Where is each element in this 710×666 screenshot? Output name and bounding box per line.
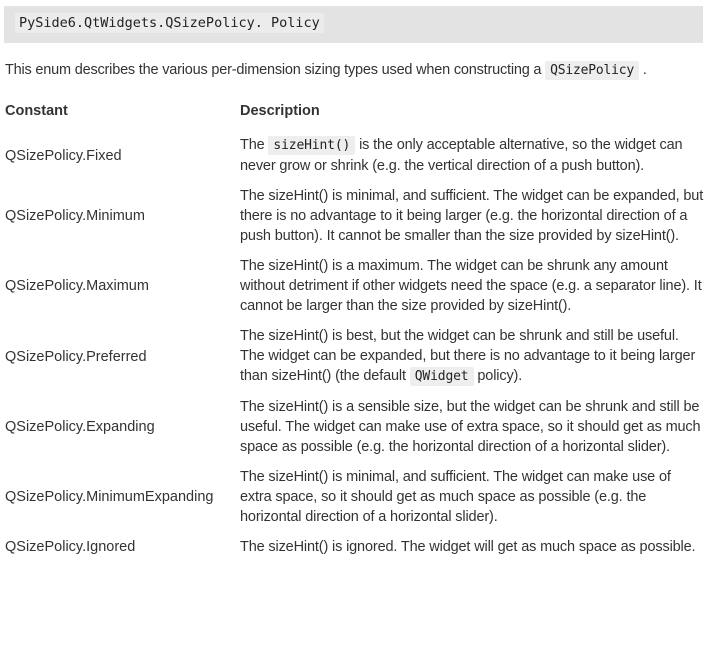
intro-text: This enum describes the various per-dime… xyxy=(5,62,546,78)
description-text: The xyxy=(240,137,269,153)
signature-code: PySide6.QtWidgets.QSizePolicy. Policy xyxy=(15,13,324,33)
description-cell: The sizeHint() is best, but the widget c… xyxy=(240,321,705,392)
enum-table: Constant Description QSizePolicy.Fixed The… xyxy=(5,100,705,562)
description-text: The sizeHint() is minimal, and sufficien… xyxy=(240,469,671,525)
constant-cell: QSizePolicy.Maximum xyxy=(5,278,149,294)
description-text: The sizeHint() is a sensible size, but t… xyxy=(240,399,701,455)
signature-block: PySide6.QtWidgets.QSizePolicy. Policy xyxy=(4,6,703,43)
description-cell: The sizeHint() is the only acceptable al… xyxy=(240,130,705,181)
table-row: QSizePolicy.Maximum The sizeHint() is a m… xyxy=(5,251,705,321)
description-text: The sizeHint() is minimal, and sufficien… xyxy=(240,188,704,244)
header-constant: Constant xyxy=(5,103,68,119)
table-row: QSizePolicy.Minimum The sizeHint() is min… xyxy=(5,181,705,251)
constant-cell: QSizePolicy.Ignored xyxy=(5,539,136,555)
description-text: The sizeHint() is a maximum. The widget … xyxy=(240,258,702,314)
inline-code: QSizePolicy xyxy=(545,61,640,80)
constant-cell: QSizePolicy.Expanding xyxy=(5,419,155,435)
description-text: The sizeHint() is ignored. The widget wi… xyxy=(240,539,696,555)
description-cell: The sizeHint() is minimal, and sufficien… xyxy=(240,462,705,532)
inline-code: sizeHint() xyxy=(268,136,356,155)
constant-cell: QSizePolicy.Minimum xyxy=(5,208,145,224)
description-cell: The sizeHint() is minimal, and sufficien… xyxy=(240,181,705,251)
inline-code: QWidget xyxy=(409,367,474,386)
constant-cell: QSizePolicy.Preferred xyxy=(5,348,147,365)
intro-paragraph: This enum describes the various per-dime… xyxy=(5,60,647,81)
description-cell: The sizeHint() is a maximum. The widget … xyxy=(240,251,705,321)
description-cell: The sizeHint() is a sensible size, but t… xyxy=(240,392,705,462)
description-cell: The sizeHint() is ignored. The widget wi… xyxy=(240,532,705,562)
header-description: Description xyxy=(240,103,320,119)
constant-cell: QSizePolicy.MinimumExpanding xyxy=(5,489,214,505)
table-row: QSizePolicy.Preferred The sizeHint() is b… xyxy=(5,321,705,392)
description-text: policy). xyxy=(473,368,523,384)
intro-end: . xyxy=(639,62,647,78)
table-row: QSizePolicy.Expanding The sizeHint() is a… xyxy=(5,392,705,462)
table-row: QSizePolicy.Fixed The sizeHint() is the o… xyxy=(5,130,705,181)
table-row: QSizePolicy.Ignored The sizeHint() is ign… xyxy=(5,532,705,562)
constant-cell: QSizePolicy.Fixed xyxy=(5,147,122,164)
table-row: QSizePolicy.MinimumExpanding The sizeHint… xyxy=(5,462,705,532)
